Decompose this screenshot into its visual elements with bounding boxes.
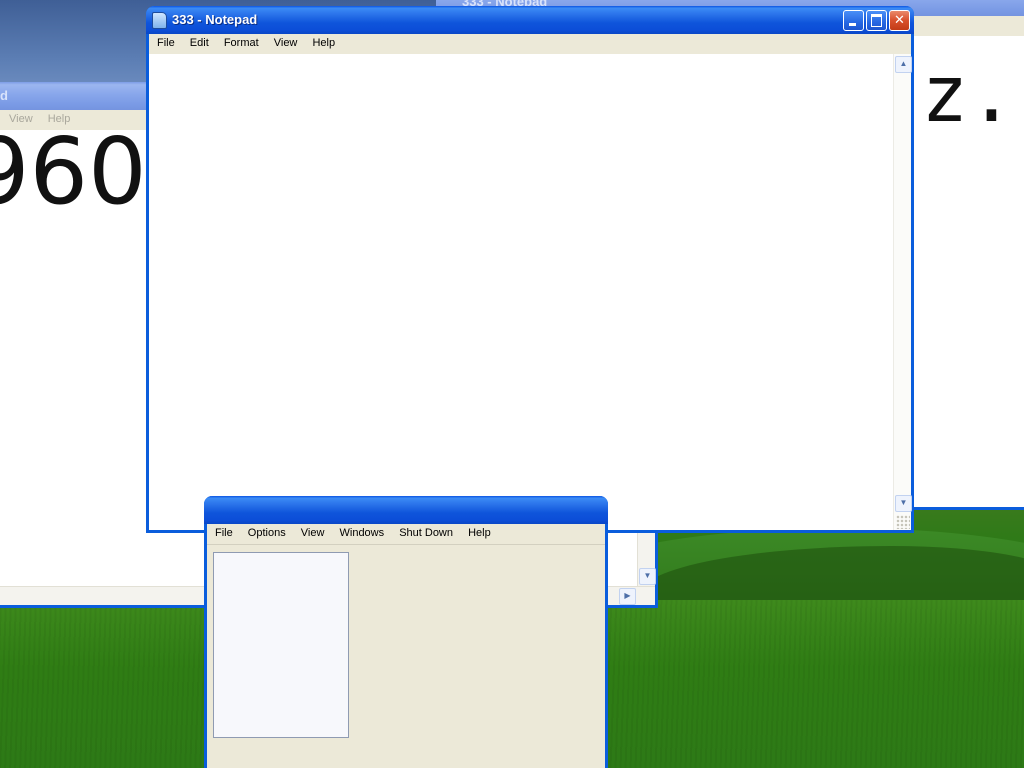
menu-help[interactable]: Help: [42, 110, 77, 125]
text-area[interactable]: [149, 54, 911, 530]
menu-bar: File Edit Format View Help: [149, 34, 911, 55]
minimize-icon: [849, 23, 856, 26]
menu-windows[interactable]: Windows: [334, 524, 391, 539]
menu-file[interactable]: File: [209, 524, 239, 539]
close-button[interactable]: ✕: [889, 10, 910, 31]
scroll-up-icon[interactable]: ▲: [895, 56, 912, 73]
vertical-scrollbar[interactable]: ▲ ▼: [893, 54, 912, 530]
notepad-icon[interactable]: [152, 12, 167, 29]
menu-bar: File Options View Windows Shut Down Help: [207, 524, 605, 545]
menu-view[interactable]: View: [295, 524, 331, 539]
menu-help[interactable]: Help: [306, 34, 341, 49]
menu-help[interactable]: Help: [462, 524, 497, 539]
maximize-icon: [871, 14, 882, 27]
titlebar[interactable]: 333 - Notepad ✕: [146, 6, 914, 34]
resize-grip[interactable]: [896, 515, 910, 529]
notepad-window[interactable]: 333 - Notepad ✕ File Edit Format View He…: [146, 6, 914, 533]
scroll-down-icon[interactable]: ▼: [895, 495, 912, 512]
window-title: d: [0, 88, 8, 103]
titlebar[interactable]: [204, 496, 608, 524]
menu-view[interactable]: View: [3, 110, 39, 125]
maximize-button[interactable]: [866, 10, 887, 31]
scroll-down-icon[interactable]: ▼: [639, 568, 656, 585]
minimize-button[interactable]: [843, 10, 864, 31]
window-controls: ✕: [841, 10, 910, 31]
menu-options[interactable]: Options: [242, 524, 292, 539]
window-title: 333 - Notepad: [172, 12, 258, 27]
task-manager-window[interactable]: File Options View Windows Shut Down Help: [204, 496, 608, 768]
menu-shut-down[interactable]: Shut Down: [393, 524, 459, 539]
scroll-right-icon[interactable]: ▶: [619, 588, 636, 605]
close-icon: ✕: [894, 12, 905, 27]
menu-edit[interactable]: Edit: [184, 34, 215, 49]
list-panel[interactable]: [213, 552, 349, 738]
menu-view[interactable]: View: [268, 34, 304, 49]
document-text: z.: [921, 50, 1015, 140]
menu-format[interactable]: Format: [218, 34, 265, 49]
menu-file[interactable]: File: [151, 34, 181, 49]
